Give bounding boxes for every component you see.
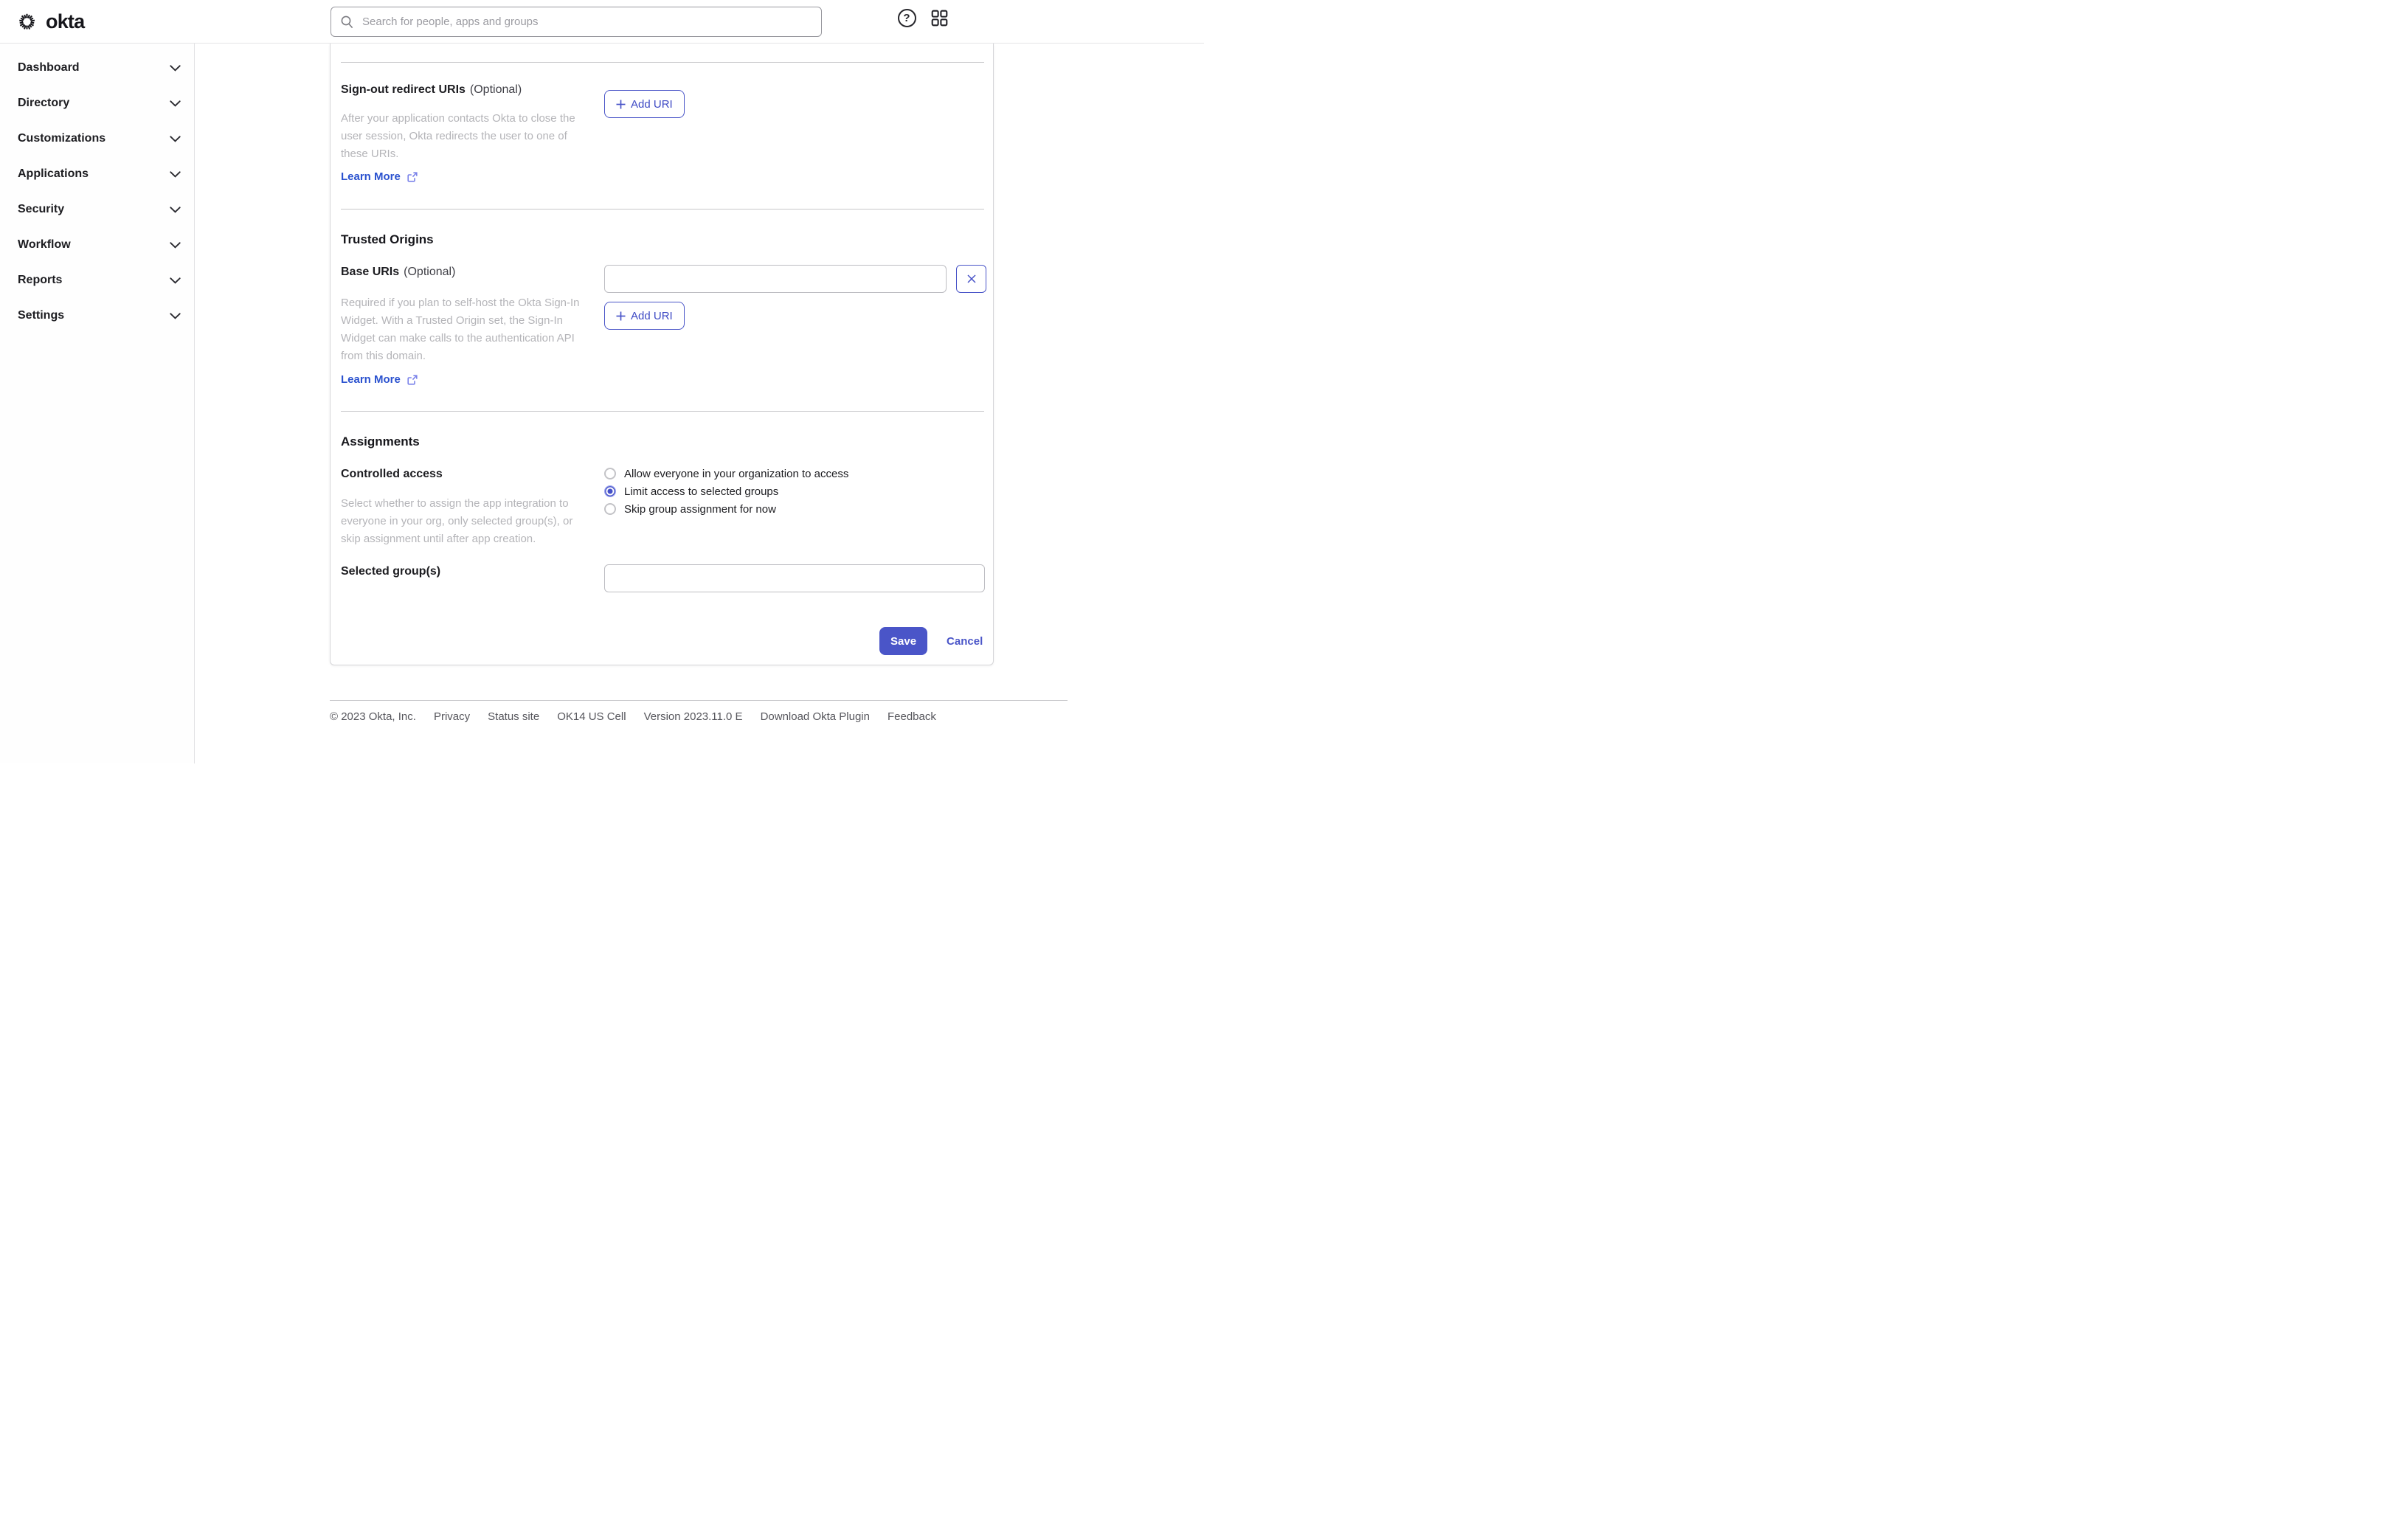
- radio-option-limit-access[interactable]: Limit access to selected groups: [604, 482, 848, 500]
- brand-wordmark: okta: [46, 10, 85, 32]
- footer-copyright: © 2023 Okta, Inc.: [330, 710, 416, 723]
- controlled-access-radio-group: Allow everyone in your organization to a…: [604, 465, 848, 518]
- sidebar-item-reports[interactable]: Reports: [0, 263, 194, 298]
- plus-icon: [616, 311, 626, 321]
- footer-download-plugin-link[interactable]: Download Okta Plugin: [761, 710, 870, 723]
- external-link-icon: [406, 374, 418, 386]
- trusted-origins-heading: Trusted Origins: [341, 232, 434, 246]
- chevron-down-icon: [170, 64, 181, 72]
- optional-tag: (Optional): [404, 266, 456, 278]
- sidebar: Dashboard Directory Customizations Appli…: [0, 44, 195, 764]
- section-divider: [341, 209, 984, 210]
- assignments-description: Select whether to assign the app integra…: [341, 497, 573, 545]
- okta-logo[interactable]: okta: [15, 0, 85, 44]
- footer-divider: [330, 700, 1068, 701]
- okta-sunburst-icon: [15, 10, 38, 33]
- sidebar-item-directory[interactable]: Directory: [0, 86, 194, 121]
- assignments-heading: Assignments: [341, 434, 420, 449]
- footer-status-site-link[interactable]: Status site: [488, 710, 539, 723]
- plus-icon: [616, 100, 626, 109]
- radio-option-allow-everyone[interactable]: Allow everyone in your organization to a…: [604, 465, 848, 482]
- chevron-down-icon: [170, 206, 181, 213]
- add-signout-uri-button[interactable]: Add URI: [604, 90, 685, 118]
- chevron-down-icon: [170, 312, 181, 319]
- sidebar-item-security[interactable]: Security: [0, 192, 194, 227]
- help-button[interactable]: ?: [897, 8, 916, 27]
- signout-learn-more-link[interactable]: Learn More: [341, 170, 418, 183]
- footer-feedback-link[interactable]: Feedback: [888, 710, 936, 723]
- chevron-down-icon: [170, 100, 181, 107]
- add-base-uri-button[interactable]: Add URI: [604, 302, 685, 330]
- search-icon: [340, 15, 354, 29]
- cancel-button[interactable]: Cancel: [947, 635, 983, 648]
- base-uri-input[interactable]: [604, 265, 947, 293]
- sidebar-item-applications[interactable]: Applications: [0, 156, 194, 192]
- top-nav: okta ?: [0, 0, 1204, 44]
- save-button[interactable]: Save: [879, 627, 928, 655]
- footer-version: Version 2023.11.0 E: [643, 710, 743, 723]
- controlled-access-label: Controlled access: [341, 468, 443, 480]
- radio-icon[interactable]: [604, 503, 616, 515]
- radio-option-skip-assignment[interactable]: Skip group assignment for now: [604, 500, 848, 518]
- sidebar-nav: Dashboard Directory Customizations Appli…: [0, 44, 194, 333]
- chevron-down-icon: [170, 170, 181, 178]
- selected-groups-input[interactable]: [604, 564, 985, 592]
- radio-icon[interactable]: [604, 485, 616, 497]
- trusted-origins-learn-more-link[interactable]: Learn More: [341, 373, 418, 386]
- section-divider: [341, 411, 984, 412]
- help-icon: ?: [897, 8, 916, 27]
- section-divider: [341, 62, 984, 63]
- base-uris-label: Base URIs (Optional): [341, 266, 456, 278]
- form-actions: Save Cancel: [879, 627, 983, 655]
- sidebar-item-workflow[interactable]: Workflow: [0, 227, 194, 263]
- sidebar-item-customizations[interactable]: Customizations: [0, 121, 194, 156]
- sidebar-item-settings[interactable]: Settings: [0, 298, 194, 333]
- footer-privacy-link[interactable]: Privacy: [434, 710, 470, 723]
- sidebar-item-dashboard[interactable]: Dashboard: [0, 50, 194, 86]
- apps-grid-icon: [930, 9, 949, 27]
- optional-tag: (Optional): [469, 83, 522, 96]
- signout-redirect-uris-label: Sign-out redirect URIs (Optional): [341, 83, 522, 96]
- search-input[interactable]: [331, 7, 822, 37]
- apps-grid-button[interactable]: [930, 8, 949, 27]
- close-icon: [966, 274, 976, 283]
- radio-icon[interactable]: [604, 468, 616, 479]
- footer: © 2023 Okta, Inc. Privacy Status site OK…: [330, 700, 1068, 723]
- external-link-icon: [406, 171, 418, 183]
- signout-description: After your application contacts Okta to …: [341, 112, 575, 160]
- footer-cell: OK14 US Cell: [557, 710, 626, 723]
- trusted-origins-description: Required if you plan to self-host the Ok…: [341, 297, 580, 362]
- chevron-down-icon: [170, 135, 181, 142]
- app-settings-card: Sign-out redirect URIs (Optional) Add URI…: [330, 44, 994, 665]
- chevron-down-icon: [170, 277, 181, 284]
- remove-base-uri-button[interactable]: [956, 265, 986, 293]
- chevron-down-icon: [170, 241, 181, 249]
- selected-groups-label: Selected group(s): [341, 565, 441, 578]
